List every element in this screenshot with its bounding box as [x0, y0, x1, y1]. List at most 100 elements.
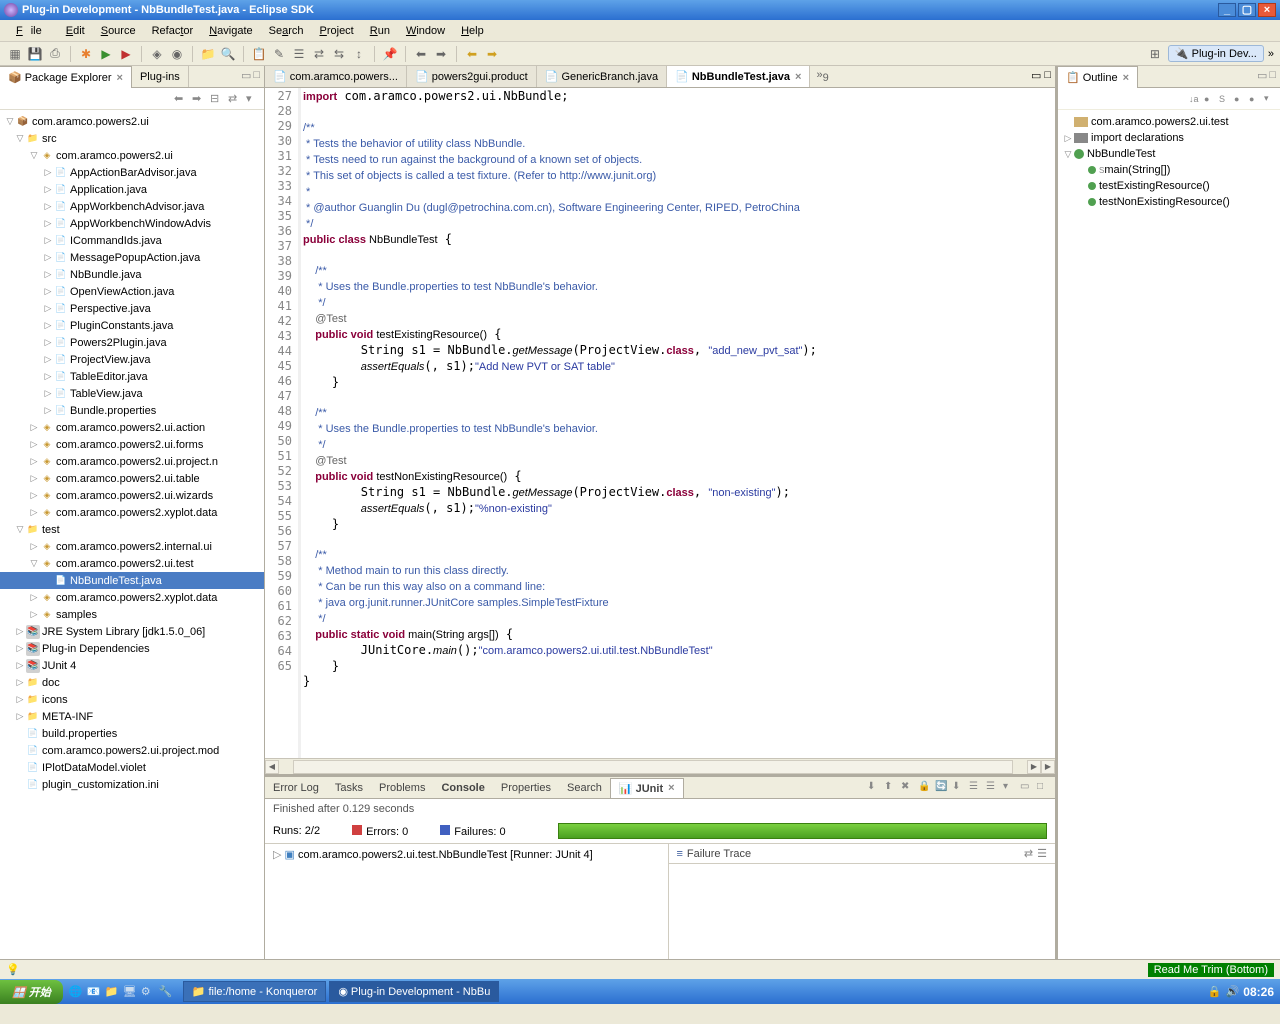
ql-icon[interactable]: 🌐 — [69, 985, 83, 999]
search-icon[interactable]: 🔍 — [219, 45, 237, 63]
tab-package-explorer[interactable]: 📦 Package Explorer× — [0, 66, 132, 87]
editor-tab[interactable]: 📄 NbBundleTest.java × — [667, 66, 810, 87]
ql-icon[interactable]: 📁 — [105, 985, 119, 999]
fwd-nav-icon[interactable]: ➡ — [192, 92, 206, 106]
junit-test-tree[interactable]: ▷ ▣ com.aramco.powers2.ui.test.NbBundleT… — [265, 844, 668, 959]
bottom-tab-tasks[interactable]: Tasks — [327, 779, 371, 797]
tree-item[interactable]: ▷📄MessagePopupAction.java — [0, 249, 264, 266]
toolbar-icon[interactable]: □ — [1037, 781, 1051, 795]
tree-item[interactable]: ▷📄Powers2Plugin.java — [0, 334, 264, 351]
nav4-icon[interactable]: ⇄ — [310, 45, 328, 63]
tree-item[interactable]: ▷◈com.aramco.powers2.internal.ui — [0, 538, 264, 555]
tree-item[interactable]: ▷📄AppActionBarAdvisor.java — [0, 164, 264, 181]
tree-item[interactable]: ▽📦com.aramco.powers2.ui — [0, 113, 264, 130]
outline-item[interactable]: testExistingResource() — [1062, 178, 1276, 194]
toolbar-icon[interactable]: ⬇ — [952, 781, 966, 795]
readme-trim[interactable]: Read Me Trim (Bottom) — [1148, 963, 1274, 977]
fwd-icon[interactable]: ➡ — [483, 45, 501, 63]
tree-item[interactable]: ▽◈com.aramco.powers2.ui — [0, 147, 264, 164]
minimize-view-icon[interactable]: ▭ — [1257, 69, 1267, 84]
bottom-tab-search[interactable]: Search — [559, 779, 610, 797]
tree-item[interactable]: ▷📁icons — [0, 691, 264, 708]
hide-nonpublic-icon[interactable]: ● — [1234, 94, 1246, 104]
toolbar-icon[interactable]: 🔄 — [935, 781, 949, 795]
tree-item[interactable]: ▷◈com.aramco.powers2.ui.project.n — [0, 453, 264, 470]
tree-item[interactable]: 📄NbBundleTest.java — [0, 572, 264, 589]
ql-icon[interactable]: 🖥 — [123, 985, 137, 999]
toolbar-icon[interactable]: 🔒 — [918, 781, 932, 795]
menu-help[interactable]: Help — [453, 25, 492, 37]
pin-icon[interactable]: 📌 — [381, 45, 399, 63]
toolbar-icon[interactable]: ⬇ — [867, 781, 881, 795]
close-button[interactable]: × — [1258, 3, 1276, 17]
tree-item[interactable]: ▷📁META-INF — [0, 708, 264, 725]
minimize-icon[interactable]: ▭ — [1031, 69, 1041, 84]
tree-item[interactable]: ▷◈com.aramco.powers2.ui.wizards — [0, 487, 264, 504]
toolbar-icon[interactable]: ▭ — [1020, 781, 1034, 795]
package-tree[interactable]: ▽📦com.aramco.powers2.ui▽📁src▽◈com.aramco… — [0, 110, 264, 959]
tree-item[interactable]: ▷📄TableEditor.java — [0, 368, 264, 385]
tree-item[interactable]: ▷📄NbBundle.java — [0, 266, 264, 283]
filter-icon[interactable]: ☰ — [1037, 847, 1047, 860]
nav3-icon[interactable]: ☰ — [290, 45, 308, 63]
toolbar-icon[interactable]: ⬆ — [884, 781, 898, 795]
menu-file[interactable]: File — [8, 25, 58, 37]
bottom-tab-problems[interactable]: Problems — [371, 779, 433, 797]
toolbar-icon[interactable]: ✖ — [901, 781, 915, 795]
tree-item[interactable]: ▷◈com.aramco.powers2.ui.table — [0, 470, 264, 487]
close-icon[interactable]: × — [117, 72, 123, 84]
compare-icon[interactable]: ⇄ — [1024, 847, 1033, 860]
outline-item[interactable]: ▽NbBundleTest — [1062, 146, 1276, 162]
more-icon[interactable]: » — [1268, 48, 1274, 60]
minimize-button[interactable]: _ — [1218, 3, 1236, 17]
tree-item[interactable]: ▷📄ICommandIds.java — [0, 232, 264, 249]
nav6-icon[interactable]: ↕ — [350, 45, 368, 63]
toolbar-icon[interactable]: ▾ — [1003, 781, 1017, 795]
new-plugin-icon[interactable]: ◈ — [148, 45, 166, 63]
editor-tab[interactable]: 📄 powers2gui.product — [407, 66, 537, 87]
maximize-view-icon[interactable]: □ — [1269, 69, 1276, 84]
ext-tools-icon[interactable]: ▶ — [117, 45, 135, 63]
nav-icon[interactable]: 📋 — [250, 45, 268, 63]
hide-fields-icon[interactable]: ● — [1204, 94, 1216, 104]
toolbar-icon[interactable]: ☰ — [969, 781, 983, 795]
open-type-icon[interactable]: 📁 — [199, 45, 217, 63]
menu-icon[interactable]: ▾ — [246, 92, 260, 106]
tree-item[interactable]: ▷◈com.aramco.powers2.xyplot.data — [0, 504, 264, 521]
tree-item[interactable]: ▽📁src — [0, 130, 264, 147]
tree-item[interactable]: ▷📄PluginConstants.java — [0, 317, 264, 334]
new-class-icon[interactable]: ◉ — [168, 45, 186, 63]
menu-run[interactable]: Run — [362, 25, 398, 37]
perspective-tab[interactable]: 🔌 Plug-in Dev... — [1168, 45, 1264, 62]
toolbar-icon[interactable]: ☰ — [986, 781, 1000, 795]
menu-search[interactable]: Search — [261, 25, 312, 37]
print-icon[interactable]: ⎙ — [46, 45, 64, 63]
ql-icon[interactable]: 📧 — [87, 985, 101, 999]
sort-icon[interactable]: ↓a — [1189, 94, 1201, 104]
bottom-tab-console[interactable]: Console — [433, 779, 492, 797]
save-icon[interactable]: 💾 — [26, 45, 44, 63]
tab-overflow[interactable]: »9 — [810, 66, 834, 87]
menu-refactor[interactable]: Refactor — [144, 25, 202, 37]
nav5-icon[interactable]: ⇆ — [330, 45, 348, 63]
maximize-icon[interactable]: □ — [1044, 69, 1051, 84]
tree-item[interactable]: ▷📚Plug-in Dependencies — [0, 640, 264, 657]
tab-outline[interactable]: 📋 Outline× — [1058, 66, 1138, 87]
start-button[interactable]: 🪟 开始 — [0, 980, 63, 1004]
bottom-tab-error-log[interactable]: Error Log — [265, 779, 327, 797]
tree-item[interactable]: 📄com.aramco.powers2.ui.project.mod — [0, 742, 264, 759]
taskbar-item[interactable]: 📁 file:/home - Konqueror — [183, 981, 327, 1002]
next-icon[interactable]: ➡ — [432, 45, 450, 63]
debug-icon[interactable]: ✱ — [77, 45, 95, 63]
tree-item[interactable]: ▷◈com.aramco.powers2.xyplot.data — [0, 589, 264, 606]
tree-item[interactable]: 📄plugin_customization.ini — [0, 776, 264, 793]
open-perspective-icon[interactable]: ⊞ — [1146, 45, 1164, 63]
outline-item[interactable]: testNonExistingResource() — [1062, 194, 1276, 210]
tree-item[interactable]: ▷📄Bundle.properties — [0, 402, 264, 419]
tree-item[interactable]: ▷📚JUnit 4 — [0, 657, 264, 674]
tree-item[interactable]: ▽📁test — [0, 521, 264, 538]
tree-item[interactable]: ▷📄TableView.java — [0, 385, 264, 402]
taskbar-item[interactable]: ◉ Plug-in Development - NbBu — [329, 981, 499, 1002]
editor-tab[interactable]: 📄 GenericBranch.java — [537, 66, 667, 87]
menu-icon[interactable]: ▾ — [1264, 93, 1276, 104]
